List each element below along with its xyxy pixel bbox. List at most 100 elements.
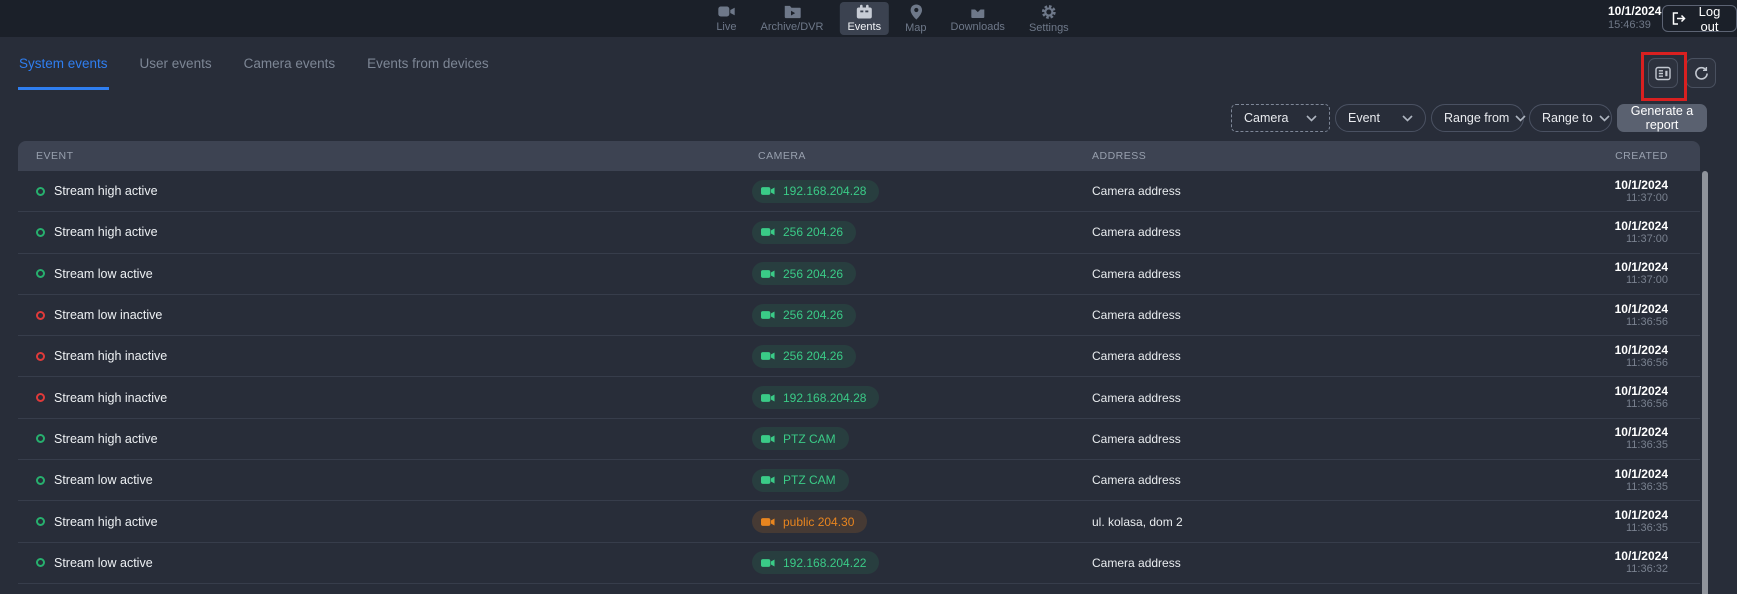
archive-folder-icon xyxy=(783,4,800,19)
table-row[interactable]: Stream low active 256 204.26 Camera addr… xyxy=(18,254,1700,295)
event-state-icon xyxy=(36,269,45,278)
camera-icon xyxy=(761,310,775,320)
column-header-camera: CAMERA xyxy=(752,150,1092,162)
table-row[interactable]: Stream high inactive 192.168.204.28 Came… xyxy=(18,377,1700,418)
nav-item-events[interactable]: Events xyxy=(839,2,889,35)
event-name: Stream high inactive xyxy=(54,349,167,363)
nav-item-map[interactable]: Map xyxy=(897,2,934,35)
event-name: Stream high active xyxy=(54,432,158,446)
camera-name: 256 204.26 xyxy=(783,349,843,363)
clock: 10/1/2024 15:46:39 xyxy=(1608,4,1661,33)
table-row[interactable]: Stream low active 192.168.204.22 Camera … xyxy=(18,543,1700,584)
events-table: EVENT CAMERA ADDRESS CREATED Stream high… xyxy=(18,141,1700,584)
camera-name: 256 204.26 xyxy=(783,308,843,322)
created-date: 10/1/2024 xyxy=(1520,549,1668,563)
table-row[interactable]: Stream high inactive 256 204.26 Camera a… xyxy=(18,336,1700,377)
nav-item-live[interactable]: Live xyxy=(708,2,744,35)
event-name: Stream high active xyxy=(54,515,158,529)
created-date: 10/1/2024 xyxy=(1520,219,1668,233)
column-header-event: EVENT xyxy=(18,150,752,162)
event-name: Stream high inactive xyxy=(54,391,167,405)
camera-address: Camera address xyxy=(1092,267,1181,281)
event-state-icon xyxy=(36,434,45,443)
table-row[interactable]: Stream high active 192.168.204.28 Camera… xyxy=(18,171,1700,212)
downloads-icon xyxy=(970,4,986,19)
camera-badge[interactable]: PTZ CAM xyxy=(752,469,849,492)
event-name: Stream low active xyxy=(54,556,153,570)
event-filter-dropdown[interactable]: Event xyxy=(1335,104,1426,132)
created-date: 10/1/2024 xyxy=(1520,467,1668,481)
camera-badge[interactable]: public 204.30 xyxy=(752,510,867,533)
created-date: 10/1/2024 xyxy=(1520,343,1668,357)
nav-item-downloads[interactable]: Downloads xyxy=(943,2,1013,35)
camera-badge[interactable]: 256 204.26 xyxy=(752,262,856,285)
table-row[interactable]: Stream high active PTZ CAM Camera addres… xyxy=(18,419,1700,460)
chevron-down-icon xyxy=(1515,115,1526,122)
top-bar: Live Archive/DVR Events Map Downloads xyxy=(0,0,1737,37)
camera-icon xyxy=(761,269,775,279)
tab-camera-events[interactable]: Camera events xyxy=(243,37,337,90)
camera-icon xyxy=(761,351,775,361)
camera-filter-label: Camera xyxy=(1244,111,1288,125)
report-icon xyxy=(1655,66,1671,81)
created-time: 11:37:00 xyxy=(1520,192,1668,205)
camera-badge[interactable]: 192.168.204.22 xyxy=(752,551,879,574)
created-date: 10/1/2024 xyxy=(1520,178,1668,192)
camera-badge[interactable]: 192.168.204.28 xyxy=(752,386,879,409)
table-row[interactable]: Stream high active public 204.30 ul. kol… xyxy=(18,501,1700,542)
nav-label: Live xyxy=(716,21,736,33)
camera-badge[interactable]: 256 204.26 xyxy=(752,304,856,327)
live-camera-icon xyxy=(718,4,735,19)
nav-item-settings[interactable]: Settings xyxy=(1021,2,1077,35)
created-time: 11:36:56 xyxy=(1520,357,1668,370)
tab-events-from-devices[interactable]: Events from devices xyxy=(366,37,490,90)
created-date: 10/1/2024 xyxy=(1520,508,1668,522)
created-time: 11:36:35 xyxy=(1520,439,1668,452)
camera-badge[interactable]: 256 204.26 xyxy=(752,345,856,368)
range-to-label: Range to xyxy=(1542,111,1593,125)
range-to-dropdown[interactable]: Range to xyxy=(1529,104,1612,132)
nav-item-archive-dvr[interactable]: Archive/DVR xyxy=(753,2,832,35)
camera-address: Camera address xyxy=(1092,432,1181,446)
table-row[interactable]: Stream low inactive 256 204.26 Camera ad… xyxy=(18,295,1700,336)
range-from-dropdown[interactable]: Range from xyxy=(1431,104,1524,132)
tab-system-events[interactable]: System events xyxy=(18,37,109,90)
camera-filter-dropdown[interactable]: Camera xyxy=(1231,104,1330,132)
vertical-scrollbar[interactable] xyxy=(1702,171,1708,594)
logout-icon xyxy=(1672,12,1686,25)
created-date: 10/1/2024 xyxy=(1520,425,1668,439)
gear-icon xyxy=(1041,4,1057,20)
event-state-icon xyxy=(36,393,45,402)
event-state-icon xyxy=(36,517,45,526)
camera-address: Camera address xyxy=(1092,184,1181,198)
camera-icon xyxy=(761,475,775,485)
camera-address: Camera address xyxy=(1092,225,1181,239)
event-name: Stream low inactive xyxy=(54,308,162,322)
events-tabs: System events User events Camera events … xyxy=(18,37,490,90)
refresh-button[interactable] xyxy=(1686,58,1716,88)
table-row[interactable]: Stream low active PTZ CAM Camera address… xyxy=(18,460,1700,501)
report-view-button[interactable] xyxy=(1648,58,1678,88)
event-filter-label: Event xyxy=(1348,111,1380,125)
camera-address: Camera address xyxy=(1092,473,1181,487)
camera-address: Camera address xyxy=(1092,556,1181,570)
camera-badge[interactable]: 256 204.26 xyxy=(752,221,856,244)
camera-name: PTZ CAM xyxy=(783,432,836,446)
event-state-icon xyxy=(36,352,45,361)
camera-name: 192.168.204.28 xyxy=(783,184,866,198)
tab-user-events[interactable]: User events xyxy=(139,37,213,90)
event-name: Stream low active xyxy=(54,267,153,281)
camera-icon xyxy=(761,517,775,527)
map-pin-icon xyxy=(909,4,922,20)
table-row[interactable]: Stream high active 256 204.26 Camera add… xyxy=(18,212,1700,253)
created-time: 11:36:35 xyxy=(1520,481,1668,494)
refresh-icon xyxy=(1694,66,1709,81)
table-body: Stream high active 192.168.204.28 Camera… xyxy=(18,171,1700,584)
generate-report-button[interactable]: Generate a report xyxy=(1617,104,1707,132)
camera-badge[interactable]: PTZ CAM xyxy=(752,427,849,450)
camera-icon xyxy=(761,186,775,196)
camera-icon xyxy=(761,227,775,237)
logout-button[interactable]: Log out xyxy=(1662,5,1737,32)
created-date: 10/1/2024 xyxy=(1520,260,1668,274)
camera-badge[interactable]: 192.168.204.28 xyxy=(752,180,879,203)
